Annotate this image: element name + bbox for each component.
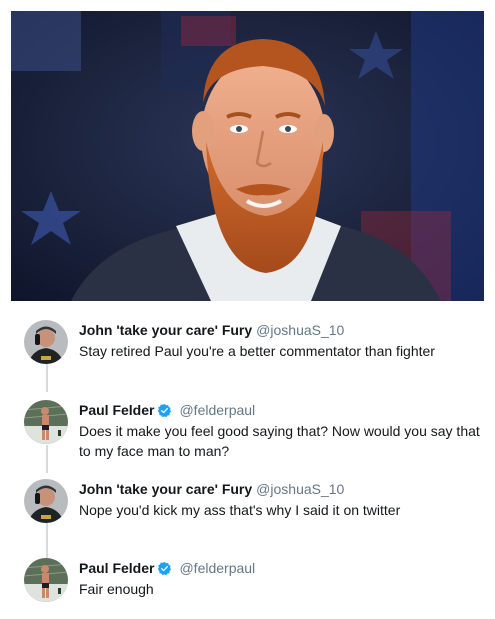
thread-connector xyxy=(46,445,48,473)
tweet-text: Fair enough xyxy=(79,581,154,597)
bearded-man-photo xyxy=(11,11,484,301)
display-name[interactable]: John 'take your care' Fury xyxy=(79,481,252,497)
user-handle[interactable]: @felderpaul xyxy=(179,560,255,576)
display-name[interactable]: Paul Felder xyxy=(79,402,154,418)
tweet-text: Stay retired Paul you're a better commen… xyxy=(79,343,435,359)
avatar[interactable] xyxy=(24,400,68,444)
fighter-in-octagon-icon xyxy=(24,400,68,444)
header-photo xyxy=(11,11,484,301)
thread-connector xyxy=(46,517,48,559)
verified-badge-icon xyxy=(158,403,172,418)
user-handle[interactable]: @joshuaS_10 xyxy=(256,322,344,338)
fighter-in-octagon-icon xyxy=(24,558,68,602)
tweet-text: Nope you'd kick my ass that's why I said… xyxy=(79,502,401,518)
avatar[interactable] xyxy=(24,320,68,364)
display-name[interactable]: Paul Felder xyxy=(79,560,154,576)
thread-connector xyxy=(46,364,48,392)
user-handle[interactable]: @felderpaul xyxy=(179,402,255,418)
tweet-thread: John 'take your care' Fury @joshuaS_10 St… xyxy=(0,301,495,619)
man-on-phone-icon xyxy=(24,479,68,523)
avatar[interactable] xyxy=(24,479,68,523)
display-name[interactable]: John 'take your care' Fury xyxy=(79,322,252,338)
man-on-phone-icon xyxy=(24,320,68,364)
tweet-text: Does it make you feel good saying that? … xyxy=(79,423,480,459)
avatar[interactable] xyxy=(24,558,68,602)
user-handle[interactable]: @joshuaS_10 xyxy=(256,481,344,497)
verified-badge-icon xyxy=(158,561,172,576)
